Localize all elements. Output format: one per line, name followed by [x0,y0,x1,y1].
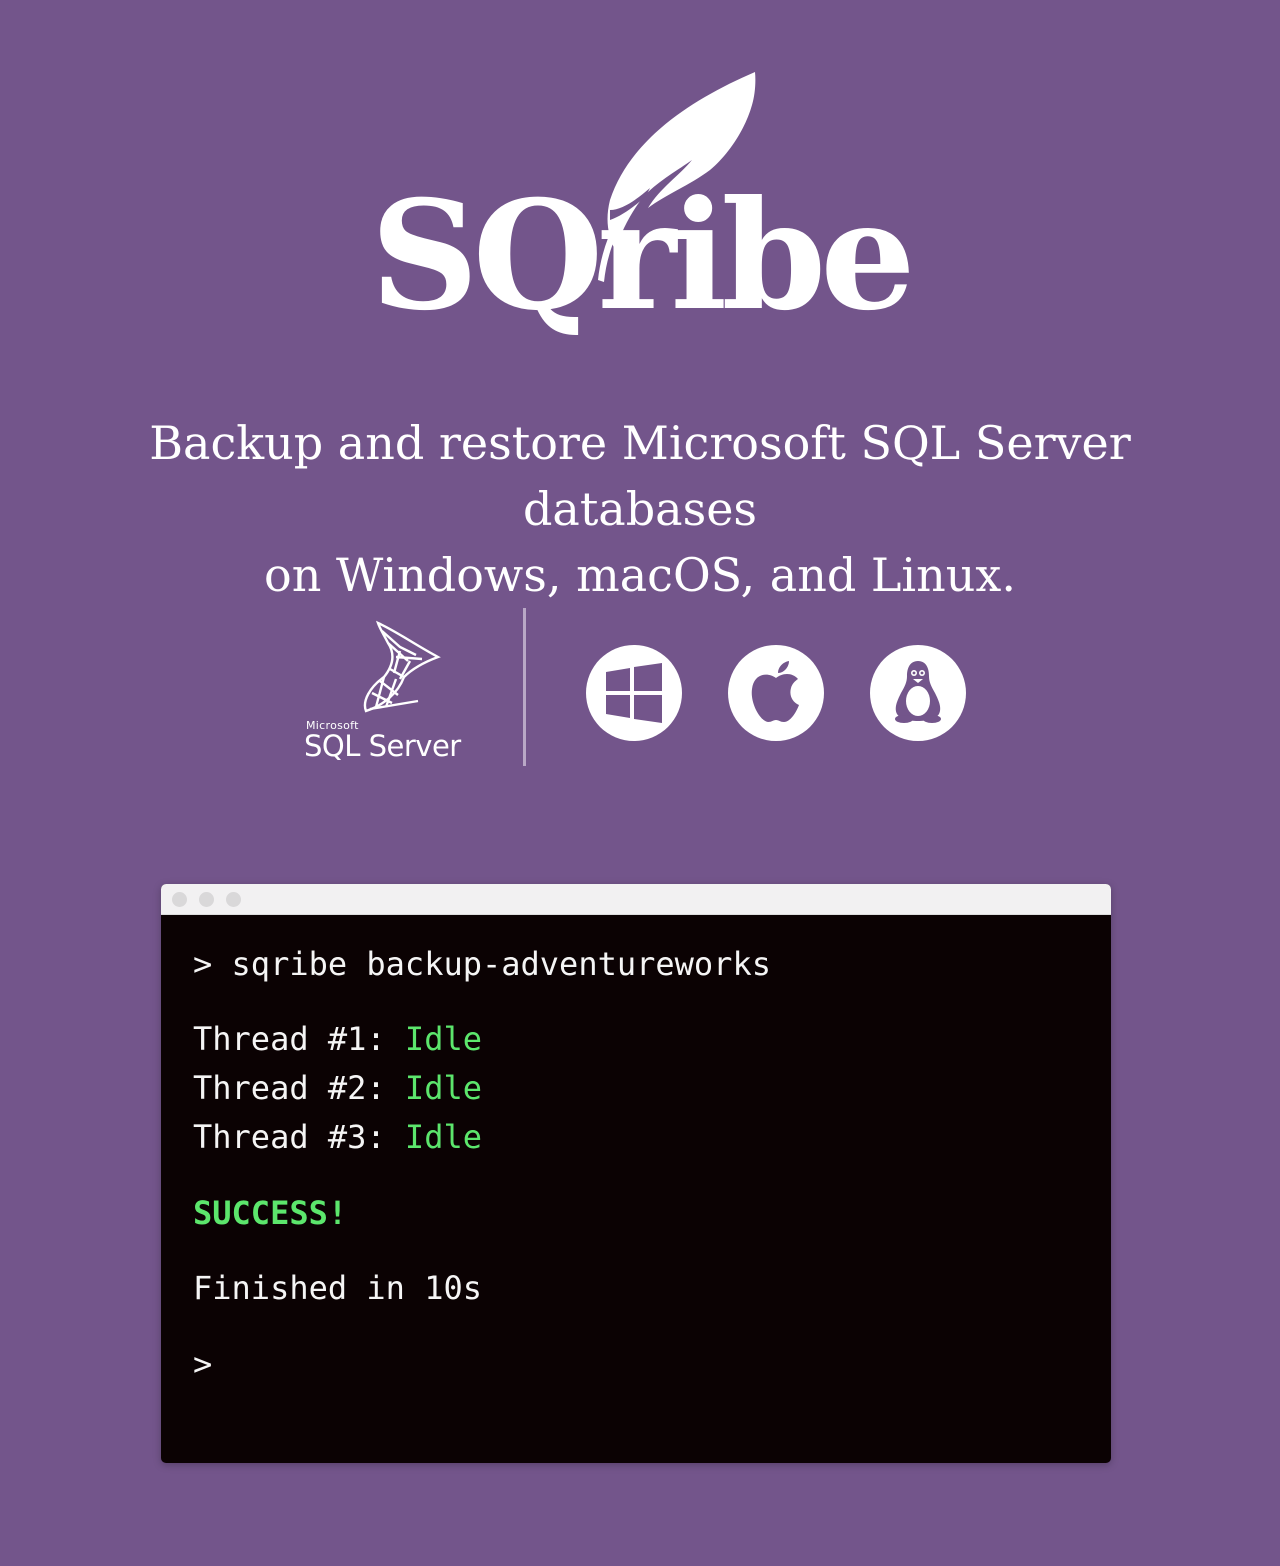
terminal-window: > sqribe backup-adventureworks Thread #1… [161,884,1111,1463]
apple-badge [728,645,824,741]
thread-status: Idle [404,1020,482,1058]
window-maximize-icon[interactable] [226,892,241,907]
thread-status: Idle [404,1069,482,1107]
command-line: > sqribe backup-adventureworks [193,945,771,983]
platform-divider [523,608,526,766]
linux-badge [870,645,966,741]
sqribe-logo: SQribe [0,60,1280,360]
thread-label: Thread #2: [193,1069,386,1107]
final-prompt: > [193,1345,213,1383]
linux-icon [895,661,941,723]
sql-server-name: SQL Server [304,729,461,763]
apple-icon [751,661,799,722]
window-close-icon[interactable] [172,892,187,907]
windows-badge [586,645,682,741]
brand-name: SQribe [370,168,909,344]
thread-line-3: Thread #3: Idle [193,1118,482,1156]
tagline: Backup and restore Microsoft SQL Server … [40,410,1240,608]
terminal-titlebar [161,884,1111,915]
thread-label: Thread #3: [193,1118,386,1156]
windows-icon [606,663,662,723]
window-minimize-icon[interactable] [199,892,214,907]
sql-server-logo: Microsoft SQL Server [300,617,480,763]
tagline-line-1: Backup and restore Microsoft SQL Server … [149,416,1131,536]
thread-label: Thread #1: [193,1020,386,1058]
sql-server-icon [363,620,441,713]
prompt-symbol: > [193,945,213,983]
thread-status: Idle [404,1118,482,1156]
success-message: SUCCESS! [193,1194,348,1232]
thread-line-1: Thread #1: Idle [193,1020,482,1058]
finished-message: Finished in 10s [193,1269,482,1307]
platforms-row: Microsoft SQL Server [0,605,1280,770]
thread-line-2: Thread #2: Idle [193,1069,482,1107]
command-text: sqribe backup-adventureworks [231,945,771,983]
tagline-line-2: on Windows, macOS, and Linux. [264,548,1016,602]
